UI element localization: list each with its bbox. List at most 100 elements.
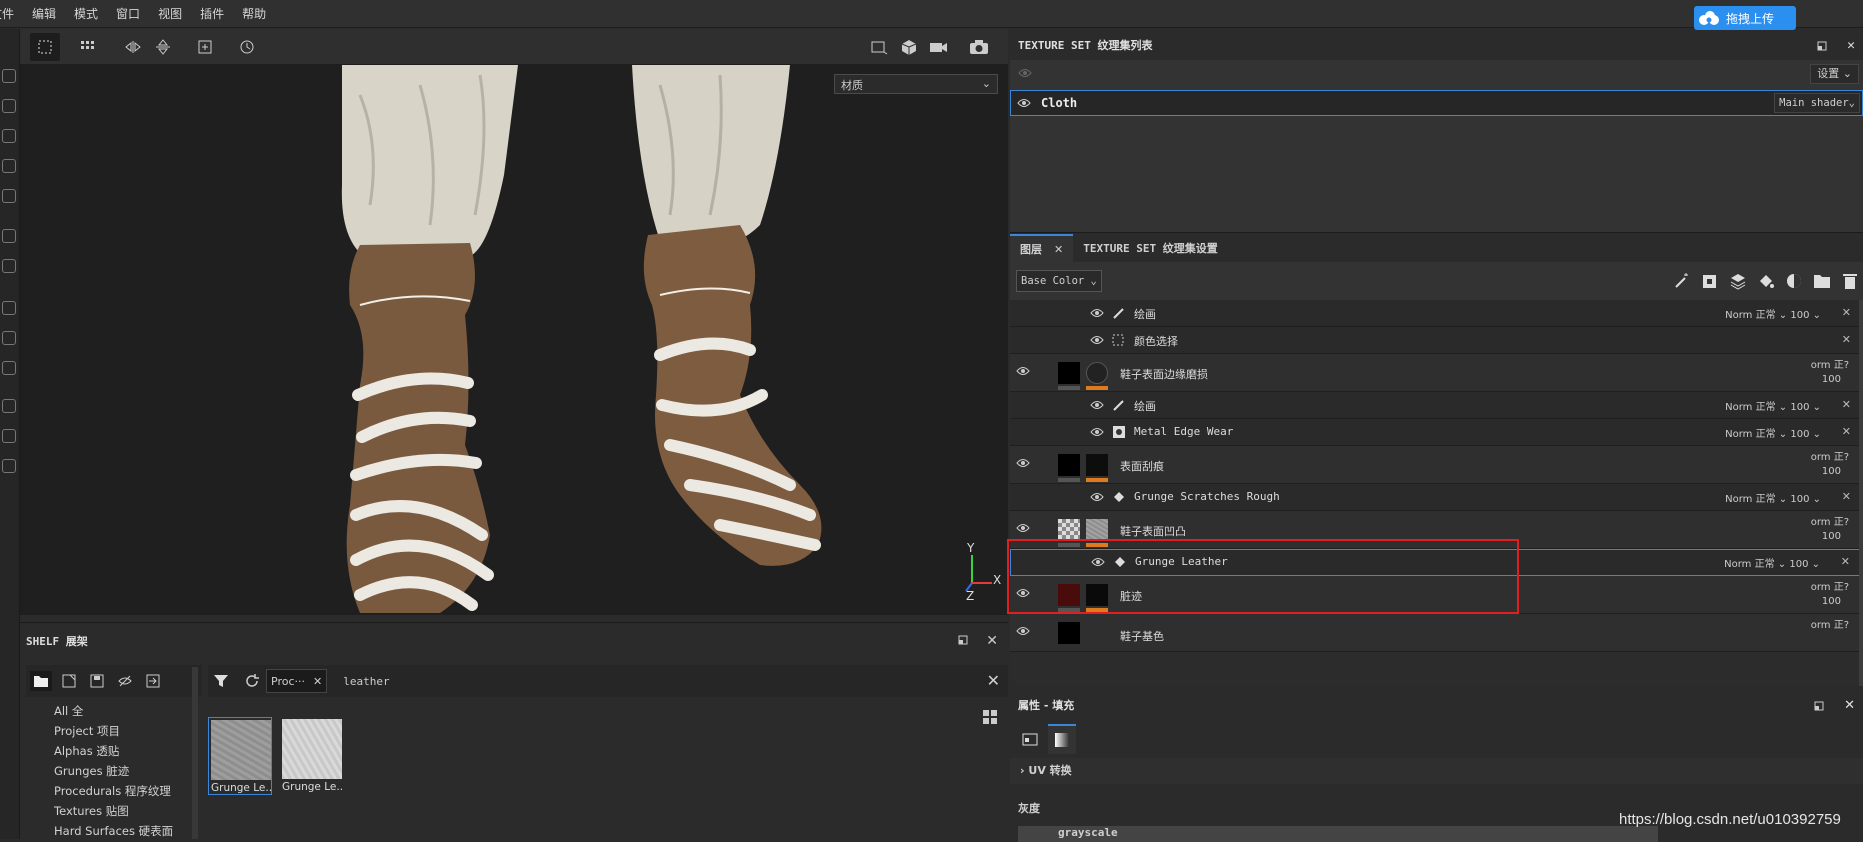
blend-mode[interactable]: Norm 正常 ⌄ 100 ⌄	[1725, 306, 1821, 321]
photoshop-icon[interactable]	[2, 399, 16, 413]
folder-icon[interactable]	[30, 671, 52, 691]
layers-scrollbar[interactable]	[1859, 300, 1863, 686]
blend-mode[interactable]: orm 正?	[1811, 616, 1849, 631]
bake-icon[interactable]	[2, 331, 16, 345]
substance-icon[interactable]	[2, 301, 16, 315]
smudge-tool-icon[interactable]	[2, 189, 16, 203]
shelf-scrollbar[interactable]	[192, 667, 198, 839]
magic-wand-icon[interactable]	[1673, 272, 1691, 290]
eye-icon[interactable]	[1016, 523, 1030, 533]
category-alphas[interactable]: Alphas 透贴	[54, 741, 202, 761]
projection-tool-icon[interactable]	[2, 129, 16, 143]
layer-row[interactable]: 鞋子基色 orm 正?	[1010, 614, 1861, 652]
tab-fill-settings[interactable]	[1016, 724, 1044, 754]
refresh-icon[interactable]	[244, 673, 260, 689]
float-panel-icon[interactable]	[1814, 701, 1824, 711]
blend-mode[interactable]: Norm 正常 ⌄ 100 ⌄	[1725, 425, 1821, 440]
import-icon[interactable]	[142, 671, 164, 691]
grid-select-button[interactable]	[30, 33, 60, 61]
filter-icon[interactable]	[212, 673, 230, 689]
uv-transform-section[interactable]: › UV 转换	[1010, 758, 1863, 784]
category-all[interactable]: All 全	[54, 701, 202, 721]
shelf-result-item[interactable]: Grunge Le...	[280, 717, 344, 795]
texture-set-row[interactable]: Cloth Main shader⌄	[1010, 90, 1863, 116]
eye-icon[interactable]	[1090, 427, 1104, 437]
filter-tag[interactable]: Proc··· ✕	[266, 669, 328, 693]
channel-select[interactable]: Base Color ⌄	[1016, 270, 1102, 292]
view-mode-3d-button[interactable]	[894, 33, 924, 61]
opacity-value[interactable]: 100	[1822, 374, 1841, 385]
blend-mode[interactable]: orm 正?	[1811, 513, 1849, 528]
category-grunges[interactable]: Grunges 脏迹	[54, 761, 202, 781]
paint-tool-icon[interactable]	[2, 69, 16, 83]
polygon-fill-icon[interactable]	[2, 159, 16, 173]
add-fill-layer-icon[interactable]	[1729, 272, 1747, 290]
layer-row[interactable]: 脏迹 orm 正? 100	[1010, 576, 1861, 614]
remove-effect-icon[interactable]: ✕	[1842, 425, 1851, 438]
settings-dropdown[interactable]: 设置 ⌄	[1810, 64, 1859, 84]
tab-gradient[interactable]	[1048, 724, 1076, 754]
float-panel-icon[interactable]	[958, 635, 968, 645]
layer-effect-row[interactable]: 绘画 Norm 正常 ⌄ 100 ⌄ ✕	[1010, 300, 1861, 327]
remove-effect-icon[interactable]: ✕	[1842, 398, 1851, 411]
remove-effect-icon[interactable]: ✕	[1842, 306, 1851, 319]
blend-mode[interactable]: orm 正?	[1811, 356, 1849, 371]
layer-effect-row[interactable]: 绘画 Norm 正常 ⌄ 100 ⌄ ✕	[1010, 392, 1861, 419]
opacity-value[interactable]: 100	[1822, 466, 1841, 477]
layer-row[interactable]: 鞋子表面边缘磨损 orm 正? 100	[1010, 354, 1861, 392]
add-mask-icon[interactable]	[1785, 272, 1803, 290]
layer-effect-row[interactable]: 颜色选择 ✕	[1010, 327, 1861, 354]
add-camera-button[interactable]	[190, 33, 220, 61]
eye-icon[interactable]	[1016, 458, 1030, 468]
close-icon[interactable]: ✕	[986, 633, 998, 649]
eye-icon[interactable]	[1090, 308, 1104, 318]
blend-mode[interactable]: Norm 正常 ⌄ 100 ⌄	[1725, 490, 1821, 505]
view-mode-2d-button[interactable]	[864, 33, 894, 61]
render-icon[interactable]	[2, 429, 16, 443]
symmetry-y-button[interactable]	[148, 33, 178, 61]
category-textures[interactable]: Textures 贴图	[54, 801, 202, 821]
menu-edit[interactable]: 编辑	[23, 5, 65, 22]
close-icon[interactable]: ✕	[1847, 38, 1855, 53]
eye-icon[interactable]	[1090, 492, 1104, 502]
picker-tool-icon[interactable]	[2, 259, 16, 273]
eye-icon[interactable]	[1016, 366, 1030, 376]
opacity-value[interactable]: 100	[1822, 531, 1841, 542]
camera-button[interactable]	[924, 33, 954, 61]
layer-effect-row[interactable]: Grunge Leather Norm 正常 ⌄ 100 ⌄ ✕	[1010, 549, 1861, 576]
blend-mode[interactable]: orm 正?	[1811, 448, 1849, 463]
visibility-toggle-icon[interactable]	[1018, 68, 1032, 78]
grayscale-slot[interactable]: grayscale	[1018, 826, 1658, 842]
opacity-value[interactable]: 100	[1822, 596, 1841, 607]
settings-icon[interactable]	[2, 361, 16, 375]
symmetry-x-button[interactable]	[118, 33, 148, 61]
close-icon[interactable]: ✕	[1054, 243, 1063, 256]
tab-layers[interactable]: 图层 ✕	[1010, 234, 1074, 262]
reset-view-button[interactable]	[232, 33, 262, 61]
menu-mode[interactable]: 模式	[65, 5, 107, 22]
screenshot-button[interactable]	[964, 33, 994, 61]
blend-mode[interactable]: Norm 正常 ⌄ 100 ⌄	[1724, 555, 1820, 570]
remove-effect-icon[interactable]: ✕	[1842, 490, 1851, 503]
new-item-icon[interactable]	[58, 671, 80, 691]
blend-mode[interactable]: Norm 正常 ⌄ 100 ⌄	[1725, 398, 1821, 413]
eraser-tool-icon[interactable]	[2, 99, 16, 113]
shelf-result-item[interactable]: Grunge Le...	[208, 717, 272, 795]
upload-button[interactable]: 拖拽上传	[1694, 6, 1796, 30]
remove-effect-icon[interactable]: ✕	[1842, 333, 1851, 346]
blend-mode[interactable]: orm 正?	[1811, 578, 1849, 593]
close-icon[interactable]: ✕	[1844, 698, 1855, 713]
shader-select[interactable]: Main shader⌄	[1774, 93, 1860, 113]
eye-icon[interactable]	[1016, 588, 1030, 598]
material-display-select[interactable]: 材质 ⌄	[834, 74, 998, 94]
menu-view[interactable]: 视图	[149, 5, 191, 22]
shelf-search-input[interactable]: leather	[343, 675, 389, 688]
float-panel-icon[interactable]	[1817, 41, 1827, 51]
clone-tool-icon[interactable]	[2, 229, 16, 243]
menu-help[interactable]: 帮助	[233, 5, 275, 22]
category-procedurals[interactable]: Procedurals 程序纹理	[54, 781, 202, 801]
menu-file[interactable]: 文件	[0, 5, 23, 22]
tab-texture-set-settings[interactable]: TEXTURE SET 纹理集设置	[1073, 234, 1227, 262]
tile-grid-button[interactable]	[74, 33, 104, 61]
category-hard-surfaces[interactable]: Hard Surfaces 硬表面	[54, 821, 202, 841]
